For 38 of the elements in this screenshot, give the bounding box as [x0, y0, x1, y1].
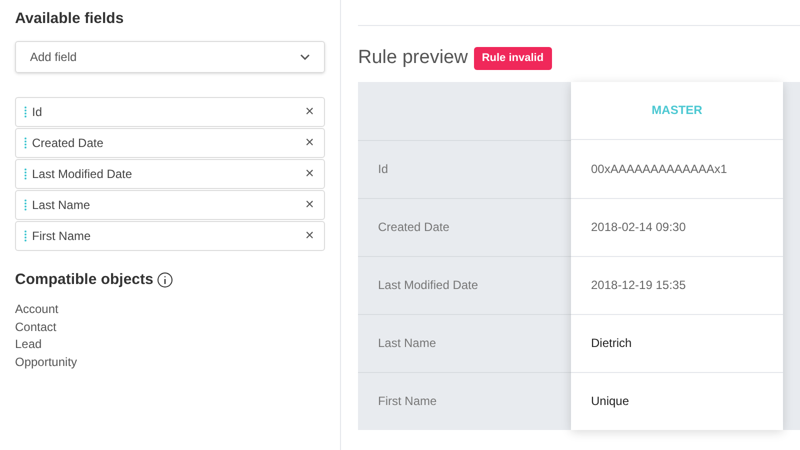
remove-button[interactable]: ×: [305, 135, 316, 150]
chevron-down-icon: [300, 54, 310, 60]
object-name: Contact: [15, 318, 58, 336]
field-item[interactable]: Last Modified Date ×: [15, 158, 325, 188]
table-cell: Unique: [571, 372, 783, 430]
drag-handle-icon[interactable]: [24, 230, 27, 242]
info-icon[interactable]: [157, 272, 174, 288]
table-cell: Dietrich: [571, 314, 783, 372]
status-badge: Rule invalid: [474, 47, 552, 70]
field-label: Id: [32, 104, 44, 120]
dropdown-placeholder: Add field: [30, 48, 77, 66]
section-title: Compatible objects: [15, 270, 154, 290]
table-cell-text: 00xAAAAAAAAAAAAAx1: [590, 160, 728, 178]
object-name: Opportunity: [15, 354, 78, 370]
field-item[interactable]: Last Name ×: [15, 190, 325, 220]
section-title: Rule preview: [358, 46, 468, 70]
column-header: MASTER: [571, 82, 783, 140]
field-label: Created Date: [32, 134, 104, 152]
remove-button[interactable]: ×: [305, 166, 316, 181]
drag-handle-icon[interactable]: [24, 136, 27, 148]
section-title: Available fields: [15, 9, 125, 29]
remove-button[interactable]: ×: [305, 197, 316, 212]
field-label: Last Name: [32, 196, 92, 214]
field-label: First Name: [32, 228, 92, 244]
remove-button[interactable]: ×: [305, 104, 316, 119]
remove-button[interactable]: ×: [305, 228, 316, 243]
field-item[interactable]: Created Date ×: [15, 128, 325, 158]
add-field-dropdown[interactable]: Add field: [15, 40, 325, 72]
field-item[interactable]: Id ×: [15, 96, 325, 126]
object-name: Lead: [15, 336, 43, 353]
field-item[interactable]: First Name ×: [15, 220, 325, 250]
table-cell: 2018-12-19 15:35: [571, 256, 783, 314]
drag-handle-icon[interactable]: [24, 106, 27, 118]
field-label: Last Modified Date: [32, 166, 134, 182]
drag-handle-icon[interactable]: [24, 168, 27, 180]
drag-handle-icon[interactable]: [24, 198, 27, 210]
table-cell: 2018-02-14 09:30: [571, 198, 783, 256]
object-name: Account: [15, 301, 60, 318]
